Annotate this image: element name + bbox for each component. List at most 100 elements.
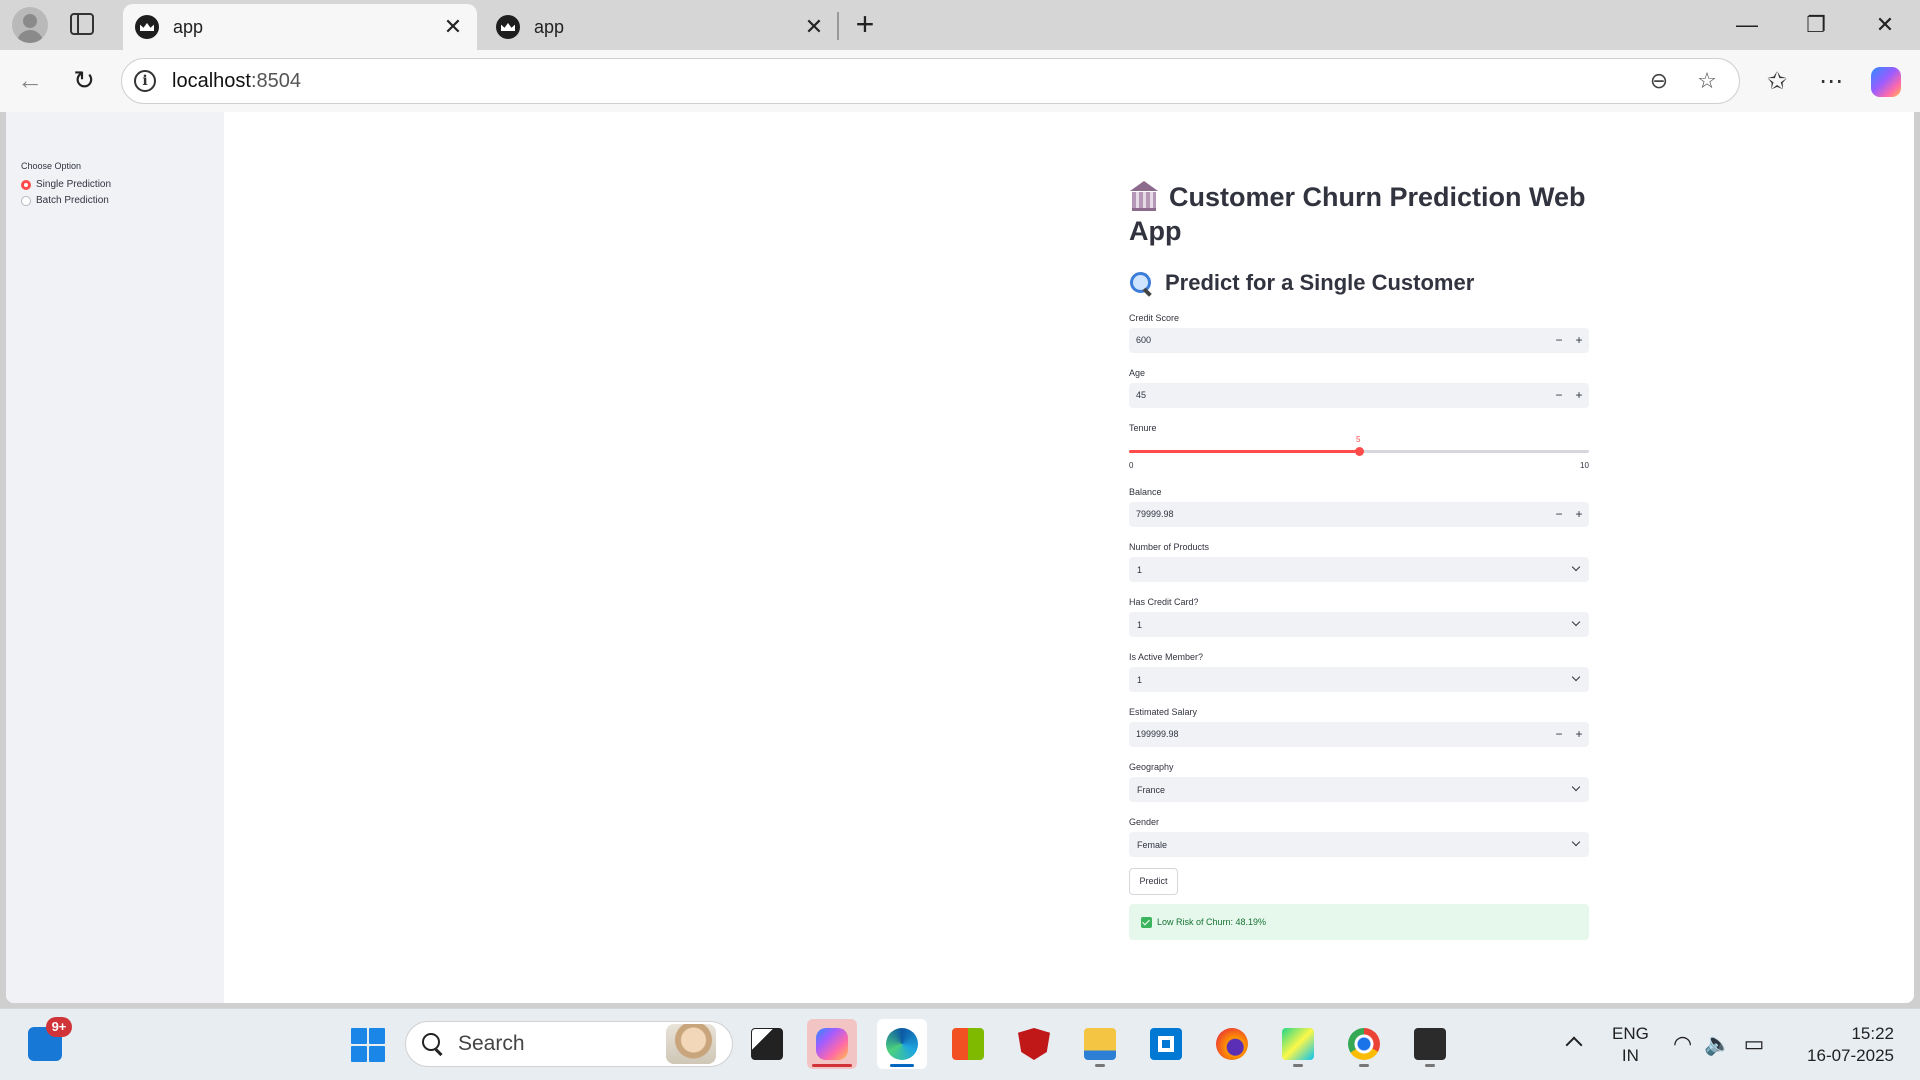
credit-score-input[interactable]: 600 − + bbox=[1129, 328, 1589, 353]
restore-button[interactable]: ❐ bbox=[1793, 8, 1839, 42]
tenure-min: 0 bbox=[1129, 461, 1134, 470]
bank-emoji-icon bbox=[1129, 181, 1159, 211]
gender-select[interactable]: Female bbox=[1129, 832, 1589, 857]
new-tab-button[interactable]: + bbox=[850, 6, 880, 42]
salary-label: Estimated Salary bbox=[1129, 707, 1198, 717]
browser-tab[interactable]: app ✕ bbox=[484, 4, 838, 50]
age-input[interactable]: 45 − + bbox=[1129, 383, 1589, 408]
language-indicator[interactable]: ENG IN bbox=[1612, 1023, 1649, 1080]
decrement-button[interactable]: − bbox=[1550, 726, 1568, 743]
search-icon bbox=[422, 1033, 444, 1055]
balance-input[interactable]: 79999.98 − + bbox=[1129, 502, 1589, 527]
streamlit-favicon-icon bbox=[135, 15, 159, 39]
increment-button[interactable]: + bbox=[1570, 332, 1588, 349]
salary-input[interactable]: 199999.98 − + bbox=[1129, 722, 1589, 747]
chevron-down-icon[interactable] bbox=[1571, 783, 1581, 793]
chrome-icon[interactable] bbox=[1339, 1019, 1389, 1069]
minimize-button[interactable]: — bbox=[1724, 8, 1770, 42]
taskbar-search[interactable]: Search bbox=[405, 1021, 733, 1067]
predict-button[interactable]: Predict bbox=[1129, 868, 1178, 895]
decrement-button[interactable]: − bbox=[1550, 506, 1568, 523]
volume-icon[interactable]: 🔈 bbox=[1704, 1031, 1731, 1080]
is-active-member-label: Is Active Member? bbox=[1129, 652, 1204, 662]
num-products-label: Number of Products bbox=[1129, 542, 1210, 552]
slider-thumb[interactable] bbox=[1355, 447, 1364, 456]
show-hidden-icons-icon[interactable] bbox=[1564, 1033, 1584, 1053]
tab-divider bbox=[837, 12, 839, 40]
back-arrow-icon[interactable]: ← bbox=[14, 64, 46, 96]
file-explorer-icon[interactable] bbox=[1075, 1019, 1125, 1069]
increment-button[interactable]: + bbox=[1570, 506, 1588, 523]
sidebar-label: Choose Option bbox=[21, 161, 82, 171]
favorites-icon[interactable]: ✩ bbox=[1759, 64, 1795, 100]
notification-badge: 9+ bbox=[46, 1017, 72, 1037]
url-text[interactable]: localhost:8504 bbox=[172, 70, 1643, 93]
firefox-icon[interactable] bbox=[1207, 1019, 1257, 1069]
microsoft-store-icon[interactable] bbox=[943, 1019, 993, 1069]
tab-strip: app ✕ app ✕ + — ❐ ✕ bbox=[0, 0, 1920, 50]
chevron-down-icon[interactable] bbox=[1571, 618, 1581, 628]
result-text: Low Risk of Churn: 48.19% bbox=[1157, 917, 1267, 927]
is-active-member-select[interactable]: 1 bbox=[1129, 667, 1589, 692]
clock[interactable]: 15:22 16-07-2025 bbox=[1796, 1023, 1894, 1080]
edge-browser-icon[interactable] bbox=[877, 1019, 927, 1069]
credit-score-label: Credit Score bbox=[1129, 313, 1180, 323]
system-tray[interactable]: ◠ 🔈 ▭ bbox=[1673, 1031, 1764, 1080]
page-title: Customer Churn Prediction Web App bbox=[1129, 181, 1586, 246]
increment-button[interactable]: + bbox=[1570, 726, 1588, 743]
widgets-icon[interactable]: 9+ bbox=[28, 1017, 72, 1061]
increment-button[interactable]: + bbox=[1570, 387, 1588, 404]
windows-start-icon[interactable] bbox=[351, 1028, 385, 1062]
has-credit-card-select[interactable]: 1 bbox=[1129, 612, 1589, 637]
mcafee-icon[interactable] bbox=[1009, 1019, 1059, 1069]
copilot-icon[interactable] bbox=[1871, 67, 1901, 97]
tab-close-icon[interactable]: ✕ bbox=[441, 14, 465, 40]
radio-unchecked-icon[interactable] bbox=[21, 195, 31, 206]
radio-batch-prediction[interactable]: Batch Prediction bbox=[21, 195, 109, 206]
chevron-down-icon[interactable] bbox=[1571, 838, 1581, 848]
taskbar: 9+ Search ENG IN ◠ 🔈 ▭ 15:22 16-07-2025 bbox=[0, 1008, 1920, 1080]
chevron-down-icon[interactable] bbox=[1571, 673, 1581, 683]
radio-label: Batch Prediction bbox=[36, 195, 109, 206]
profile-avatar-icon[interactable] bbox=[12, 7, 48, 43]
streamlit-favicon-icon bbox=[496, 15, 520, 39]
tenure-slider[interactable] bbox=[1129, 447, 1589, 456]
task-view-icon[interactable] bbox=[742, 1019, 792, 1069]
favorite-star-icon[interactable]: ☆ bbox=[1691, 65, 1723, 97]
page-viewport: Choose Option Single Prediction Batch Pr… bbox=[6, 112, 1914, 1003]
site-info-icon[interactable]: i bbox=[134, 70, 156, 92]
battery-icon[interactable]: ▭ bbox=[1744, 1031, 1765, 1080]
decrement-button[interactable]: − bbox=[1550, 387, 1568, 404]
check-mark-icon bbox=[1141, 916, 1152, 928]
radio-checked-icon[interactable] bbox=[21, 179, 31, 190]
tab-close-icon[interactable]: ✕ bbox=[802, 14, 826, 40]
radio-single-prediction[interactable]: Single Prediction bbox=[21, 179, 111, 190]
sidebar: Choose Option Single Prediction Batch Pr… bbox=[6, 112, 224, 1003]
address-bar[interactable]: i localhost:8504 ⊖ ☆ bbox=[121, 58, 1740, 104]
tenure-label: Tenure bbox=[1129, 423, 1157, 433]
search-highlight-image bbox=[666, 1024, 716, 1064]
geography-label: Geography bbox=[1129, 762, 1174, 772]
radio-label: Single Prediction bbox=[36, 179, 112, 190]
geography-select[interactable]: France bbox=[1129, 777, 1589, 802]
tab-actions-icon[interactable] bbox=[70, 13, 94, 35]
zoom-out-icon[interactable]: ⊖ bbox=[1643, 65, 1675, 97]
reload-icon[interactable]: ↻ bbox=[68, 64, 100, 96]
gender-label: Gender bbox=[1129, 817, 1160, 827]
cortana-icon[interactable] bbox=[1141, 1019, 1191, 1069]
section-title: Predict for a Single Customer bbox=[1129, 270, 1474, 296]
result-alert: Low Risk of Churn: 48.19% bbox=[1129, 904, 1589, 940]
copilot-app-icon[interactable] bbox=[807, 1019, 857, 1069]
browser-toolbar: ← ↻ i localhost:8504 ⊖ ☆ ✩ ⋯ bbox=[0, 50, 1920, 112]
more-options-icon[interactable]: ⋯ bbox=[1813, 64, 1849, 100]
decrement-button[interactable]: − bbox=[1550, 332, 1568, 349]
browser-tab-active[interactable]: app ✕ bbox=[123, 4, 477, 50]
pycharm-icon[interactable] bbox=[1273, 1019, 1323, 1069]
num-products-select[interactable]: 1 bbox=[1129, 557, 1589, 582]
terminal-icon[interactable] bbox=[1405, 1019, 1455, 1069]
wifi-icon[interactable]: ◠ bbox=[1673, 1031, 1692, 1080]
close-window-button[interactable]: ✕ bbox=[1862, 8, 1908, 42]
magnifier-emoji-icon bbox=[1129, 271, 1153, 295]
tab-title: app bbox=[534, 16, 565, 37]
chevron-down-icon[interactable] bbox=[1571, 563, 1581, 573]
